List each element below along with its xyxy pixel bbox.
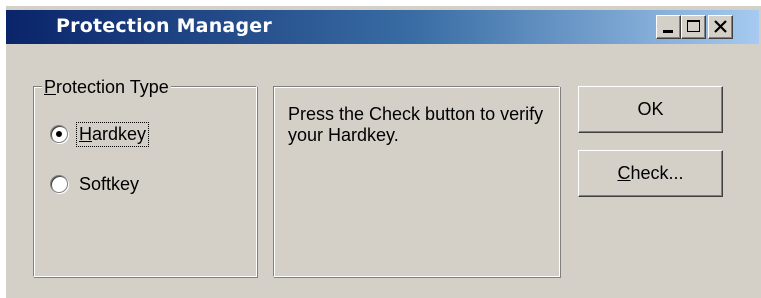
instruction-message: Press the Check button to verify your Ha… [288,104,544,145]
check-button[interactable]: Check... [578,150,723,197]
maximize-button[interactable] [681,15,706,39]
radio-button-unselected[interactable] [50,175,68,193]
radio-button-selected[interactable] [50,125,68,143]
radio-softkey[interactable]: Softkey [50,171,140,197]
radio-dot-icon [56,131,62,137]
close-button[interactable] [708,15,733,39]
maximize-icon [687,20,700,32]
minimize-icon [663,30,673,33]
radio-hardkey-label[interactable]: Hardkey [75,121,150,147]
protection-type-legend: Protection Type [42,77,171,98]
radio-hardkey[interactable]: Hardkey [50,121,150,147]
close-icon [714,20,727,33]
ok-button[interactable]: OK [578,86,723,133]
title-bar[interactable]: Protection Manager [6,10,759,44]
minimize-button[interactable] [656,15,681,39]
radio-softkey-label[interactable]: Softkey [78,174,140,195]
window-title: Protection Manager [56,15,272,37]
